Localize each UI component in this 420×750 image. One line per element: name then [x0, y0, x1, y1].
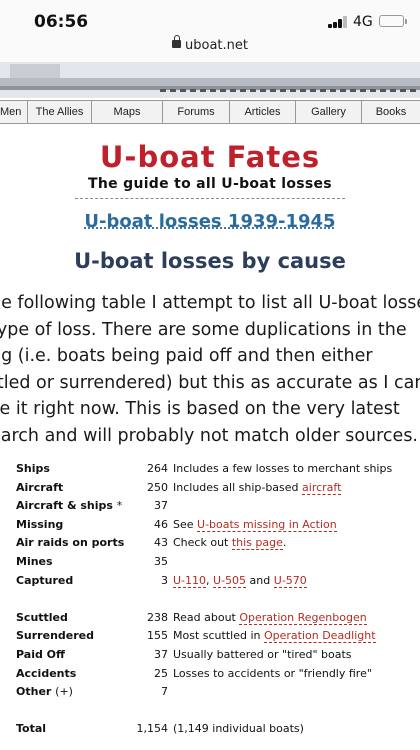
count-cell: 25 [154, 666, 168, 680]
count-cell: 264 [147, 462, 168, 475]
nav-gallery[interactable]: Gallery [296, 101, 362, 123]
cause-cell: Mines [16, 554, 53, 568]
intro-line: he following table I attempt to list all… [0, 293, 420, 313]
table-row: Air raids on ports 43 Check out this pag… [16, 534, 416, 553]
u-570-link[interactable]: U-570 [273, 573, 307, 588]
page-title: U-boat losses by cause [74, 249, 346, 273]
table-row: Ships 264 Includes a few losses to merch… [16, 460, 416, 479]
cause-cell: Captured [16, 573, 74, 587]
note-text: Check out [173, 536, 232, 550]
note-text: Read about [173, 610, 240, 624]
note-cell: Includes a few losses to merchant ships [173, 462, 393, 475]
nav-books[interactable]: Books [362, 101, 420, 123]
count-cell: 43 [154, 536, 168, 550]
table-row: Scuttled 238 Read about Operation Regenb… [16, 609, 416, 628]
loss-table: Ships 264 Includes a few losses to merch… [16, 460, 416, 739]
table-row: Paid Off 37 Usually battered or "tired" … [16, 646, 416, 665]
table-row: Aircraft & ships * 37 [16, 497, 416, 516]
table-row: Surrendered 155 Most scuttled in Operati… [16, 627, 416, 646]
main-nav: Men The Allies Maps Forums Articles Gall… [0, 100, 420, 124]
u-110-link[interactable]: U-110 [173, 573, 207, 588]
signal-icon [328, 16, 350, 28]
cause-cell: Aircraft & ships * [16, 497, 126, 516]
note-cell: Read about Operation Regenbogen [173, 609, 418, 628]
intro-line: type of loss. There are some duplication… [0, 319, 407, 340]
note-cell: Losses to accidents or "friendly fire" [173, 666, 372, 680]
intro-line: earch and will probably not match older … [0, 425, 418, 446]
note-text: See [173, 517, 198, 531]
status-time: 06:56 [34, 12, 89, 32]
cause-cell: Paid Off [16, 647, 65, 661]
address-bar[interactable]: uboat.net [0, 35, 420, 62]
cause-cell: Missing [16, 517, 64, 531]
intro-paragraph: he following table I attempt to list all… [0, 290, 420, 450]
network-type: 4G [353, 14, 373, 30]
footnote-marker: (+) [55, 685, 73, 699]
table-total-row: Total 1,154 (1,149 individual boats) [16, 720, 416, 739]
logo-subtitle: The guide to all U-boat losses [88, 176, 332, 192]
count-cell: 155 [147, 629, 168, 643]
cause-label: Aircraft & ships [16, 499, 113, 513]
cause-cell: Surrendered [16, 629, 94, 643]
count-cell: 1,154 [136, 722, 169, 736]
aircraft-link[interactable]: aircraft [302, 480, 342, 495]
note-cell: Includes all ship-based aircraft [173, 479, 418, 498]
table-row: Captured 3 U-110, U-505 and U-570 [16, 572, 416, 591]
status-bar: 06:56 4G [0, 0, 420, 40]
count-cell: 35 [154, 554, 168, 568]
battery-icon [379, 15, 407, 27]
note-cell: Check out this page. [173, 534, 418, 553]
count-cell: 7 [161, 685, 168, 699]
nav-the-allies[interactable]: The Allies [28, 101, 92, 123]
nav-articles[interactable]: Articles [230, 101, 296, 123]
note-text: Most scuttled in [173, 629, 264, 643]
operation-regenbogen-link[interactable]: Operation Regenbogen [239, 610, 367, 625]
table-row: Mines 35 [16, 553, 416, 572]
cause-label: Other [16, 685, 52, 699]
nav-maps[interactable]: Maps [92, 101, 163, 123]
note-cell: Usually battered or "tired" boats [173, 647, 352, 661]
cause-cell: Air raids on ports [16, 536, 125, 550]
count-cell: 37 [154, 499, 168, 513]
logo-divider [75, 198, 345, 199]
intro-line: ke it right now. This is based on the ve… [0, 399, 400, 419]
cause-cell: Other (+) [16, 683, 126, 702]
note-text: Includes all ship-based [173, 480, 303, 494]
note-separator: , [206, 573, 214, 587]
header-banner-image [0, 62, 420, 98]
operation-deadlight-link[interactable]: Operation Deadlight [263, 629, 376, 644]
count-cell: 3 [161, 573, 168, 587]
note-cell: Most scuttled in Operation Deadlight [173, 627, 418, 646]
note-cell: (1,149 individual boats) [173, 722, 304, 736]
table-row: Aircraft 250 Includes all ship-based air… [16, 479, 416, 498]
count-cell: 250 [147, 480, 168, 494]
count-cell: 37 [154, 647, 168, 661]
intro-line: ng (i.e. boats being paid off and then e… [0, 346, 373, 366]
table-row: Accidents 25 Losses to accidents or "fri… [16, 665, 416, 684]
count-cell: 238 [147, 610, 168, 624]
cause-cell: Total [16, 722, 47, 736]
intro-line: ttled or surrendered) but this as accura… [0, 372, 420, 393]
cause-cell: Scuttled [16, 610, 68, 624]
note-text: . [282, 536, 287, 550]
cause-cell: Accidents [16, 666, 77, 680]
section-link[interactable]: U-boat losses 1939-1945 [0, 211, 420, 232]
lock-icon [172, 35, 181, 48]
note-cell: U-110, U-505 and U-570 [173, 572, 418, 591]
logo-title: U-boat Fates [99, 140, 321, 174]
count-cell: 46 [154, 517, 168, 531]
cause-cell: Aircraft [16, 480, 64, 494]
site-logo[interactable]: U-boat Fates The guide to all U-boat los… [70, 140, 350, 199]
this-page-link[interactable]: this page [231, 536, 283, 551]
note-cell: See U-boats missing in Action [173, 516, 418, 535]
u-505-link[interactable]: U-505 [213, 573, 247, 588]
note-separator: and [246, 573, 274, 587]
missing-in-action-link[interactable]: U-boats missing in Action [197, 517, 337, 532]
url-text: uboat.net [185, 38, 248, 53]
table-row: Other (+) 7 [16, 683, 416, 702]
cause-cell: Ships [16, 462, 50, 475]
nav-forums[interactable]: Forums [163, 101, 230, 123]
table-row: Missing 46 See U-boats missing in Action [16, 516, 416, 535]
nav-men[interactable]: Men [0, 101, 28, 123]
